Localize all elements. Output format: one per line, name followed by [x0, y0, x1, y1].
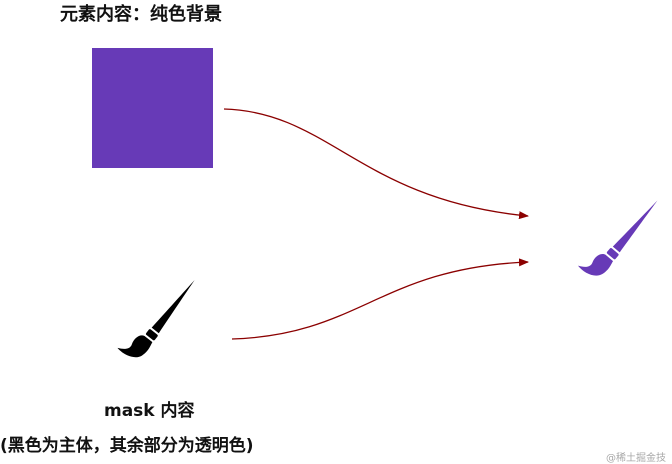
mask-note-label: (黑色为主体，其余部分为透明色)	[0, 436, 254, 456]
diagram-canvas	[117, 108, 663, 364]
result-brush-icon	[577, 188, 663, 283]
mask-content-label: mask 内容	[104, 401, 195, 421]
watermark-text: @稀土掘金技	[606, 453, 666, 464]
mask-brush-icon	[117, 268, 200, 364]
arrow-top	[223, 108, 529, 220]
arrow-bottom	[231, 258, 529, 340]
